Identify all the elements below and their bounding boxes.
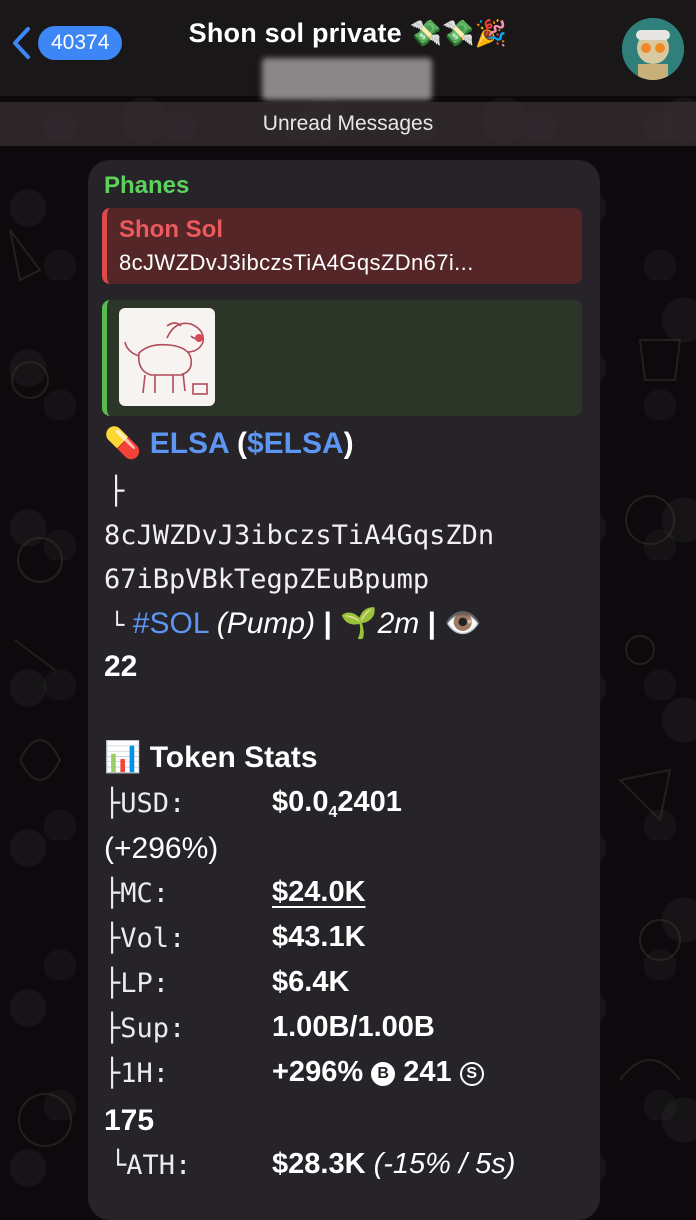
pill-icon: 💊 [104, 427, 142, 460]
seedling-icon: 🌱 [340, 607, 378, 640]
stat-row-usd: ├USD: $0.042401 [104, 786, 402, 821]
stat-row-sup: ├Sup: 1.00B/1.00B [104, 1011, 435, 1044]
token-age: 2m [377, 607, 420, 640]
token-heading: 💊 ELSA ($ELSA) [104, 427, 354, 460]
stat-key-vol: ├Vol: [104, 923, 186, 954]
redacted-subtitle [262, 58, 432, 100]
tree-end: └ [110, 611, 125, 639]
contract-address-line-1[interactable]: 8cJWZDvJ3ibczsTiA4GqsZDn [104, 520, 494, 551]
chat-title-emojis: 💸💸🎉 [409, 18, 508, 48]
unread-messages-divider: Unread Messages [0, 102, 696, 146]
stat-value-sup: 1.00B/1.00B [272, 1011, 435, 1043]
stat-row-lp: ├LP: $6.4K [104, 966, 349, 999]
sells-icon: S [459, 1062, 484, 1086]
token-stats-title: Token Stats [149, 741, 318, 774]
platform-label: (Pump) [216, 607, 316, 640]
token-meta-line: └ #SOL (Pump) | 🌱2m | 👁️ [110, 606, 482, 641]
stat-key-usd: ├USD: [104, 788, 186, 819]
chain-hashtag-link[interactable]: #SOL [133, 607, 209, 640]
chat-title[interactable]: Shon sol private 💸💸🎉 [0, 18, 696, 49]
dog-illustration [124, 322, 208, 395]
unread-messages-label: Unread Messages [262, 112, 434, 135]
token-name-link[interactable]: ELSA [150, 427, 229, 460]
view-count: 22 [104, 650, 138, 683]
stat-key-ath: └ATH: [110, 1150, 192, 1181]
stat-row-1h: ├1H: +296% B 241 S [104, 1056, 484, 1089]
chat-title-text: Shon sol private [188, 18, 402, 48]
eye-icon: 👁️ [444, 607, 482, 640]
stat-value-vol: $43.1K [272, 921, 366, 953]
stat-row-mc: ├MC: $24.0K [104, 876, 366, 909]
sender-name[interactable]: Phanes [104, 172, 189, 200]
message-bubble[interactable]: Phanes Shon Sol 8cJWZDvJ3ibczsTiA4GqsZDn… [88, 160, 600, 1220]
stat-key-lp: ├LP: [104, 968, 170, 999]
stat-row-vol: ├Vol: $43.1K [104, 921, 366, 954]
token-stats-heading: 📊 Token Stats [104, 740, 318, 775]
stat-key-sup: ├Sup: [104, 1013, 186, 1044]
reply-text: 8cJWZDvJ3ibczsTiA4GqsZDn67i... [119, 250, 474, 275]
chat-header: 40374 Shon sol private 💸💸🎉 [0, 0, 696, 100]
stat-usd-change: (+296%) [104, 832, 219, 865]
separator: | [427, 607, 436, 640]
stat-value-1h: +296% B 241 S [272, 1056, 484, 1089]
stat-key-1h: ├1H: [104, 1058, 170, 1089]
stat-key-mc: ├MC: [104, 878, 170, 909]
token-symbol-link[interactable]: $ELSA [247, 427, 344, 460]
reply-preview[interactable]: Shon Sol 8cJWZDvJ3ibczsTiA4GqsZDn67i... [102, 208, 582, 284]
stat-row-ath: └ATH: $28.3K (-15% / 5s) [110, 1148, 515, 1181]
contract-address-line-2[interactable]: 67iBpVBkTegpZEuBpump [104, 564, 429, 595]
stat-value-ath: $28.3K (-15% / 5s) [272, 1148, 516, 1180]
stat-1h-sells: 175 [104, 1104, 155, 1137]
reply-author: Shon Sol [119, 216, 223, 243]
stat-value-lp: $6.4K [272, 966, 350, 998]
link-preview[interactable] [102, 300, 582, 416]
preview-thumbnail[interactable] [119, 308, 215, 406]
avatar[interactable] [622, 18, 684, 80]
stat-value-usd: $0.042401 [272, 786, 402, 821]
bar-chart-icon: 📊 [104, 741, 142, 774]
separator: | [323, 607, 332, 640]
stat-value-mc-link[interactable]: $24.0K [272, 876, 366, 909]
tree-branch: ├ [108, 476, 125, 507]
buys-icon: B [371, 1062, 396, 1086]
avatar-image [622, 18, 684, 80]
